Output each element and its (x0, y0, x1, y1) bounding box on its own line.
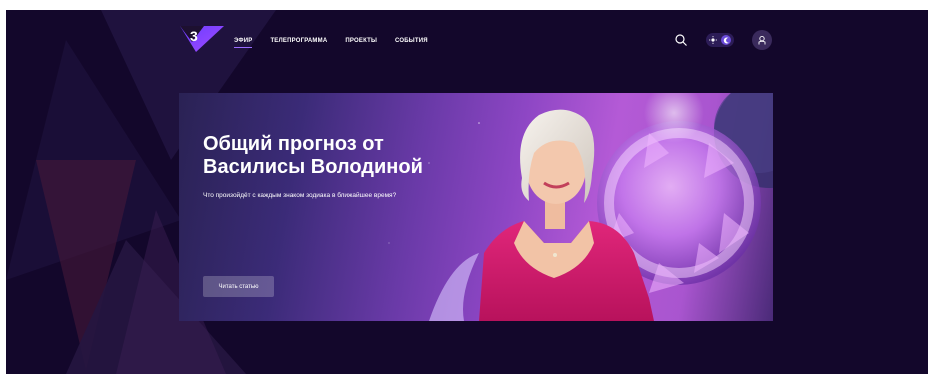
main-nav: ЭФИР ТЕЛЕПРОГРАММА ПРОЕКТЫ СОБЫТИЯ (234, 38, 428, 48)
user-button[interactable] (752, 30, 772, 50)
page: 3 ЭФИР ТЕЛЕПРОГРАММА ПРОЕКТЫ СОБЫТИЯ Общ… (6, 10, 928, 374)
read-article-button[interactable]: Читать статью (203, 276, 274, 297)
theme-toggle[interactable] (706, 33, 734, 47)
sun-icon (709, 36, 717, 44)
hero-banner[interactable]: Общий прогноз от Василисы Володиной Что … (179, 93, 773, 321)
nav-item-sobytiya[interactable]: СОБЫТИЯ (395, 38, 428, 44)
hero-title-line-1: Общий прогноз от (203, 133, 384, 155)
nav-item-teleprogramma[interactable]: ТЕЛЕПРОГРАММА (270, 38, 327, 44)
logo-icon: 3 (180, 26, 224, 52)
hero-title: Общий прогноз от Василисы Володиной (203, 133, 463, 179)
nav-item-proekty[interactable]: ПРОЕКТЫ (345, 38, 377, 44)
logo-text: 3 (190, 28, 198, 44)
moon-icon (721, 35, 731, 45)
search-button[interactable] (674, 33, 688, 47)
hero-title-line-2: Василисы Володиной (203, 156, 423, 178)
user-icon (758, 35, 766, 45)
nav-item-efir[interactable]: ЭФИР (234, 38, 253, 48)
hero-subtitle: Что произойдёт с каждым знаком зодиака в… (203, 192, 397, 199)
search-icon (675, 34, 687, 46)
logo[interactable]: 3 (178, 24, 226, 54)
